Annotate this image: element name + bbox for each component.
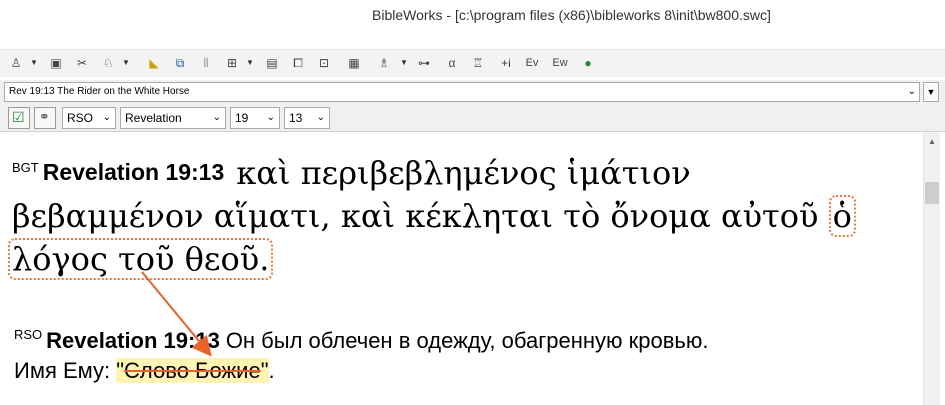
verse-text: . xyxy=(268,358,275,383)
verse-reference[interactable]: Revelation 19:13 xyxy=(46,328,220,353)
passage-select[interactable]: Rev 19:13 The Rider on the White Horse ⌄ xyxy=(4,82,920,102)
main-toolbar: ♙ ▼ ▣ ✂ ♘ ▼ ◣ ⧉ ⦀ ⊞ ▼ ▤ ⧠ ⊡ ▦ ♗ ▼ ⊶ α ♖ … xyxy=(0,49,945,77)
dropdown-icon[interactable]: ▼ xyxy=(122,59,130,67)
vertical-scrollbar[interactable]: ▲ xyxy=(923,132,940,405)
tw-icon[interactable]: Ew xyxy=(550,55,570,71)
marked-phrase: "Слово Божие" xyxy=(116,358,269,383)
chevron-down-icon[interactable]: ⌄ xyxy=(267,108,275,128)
highlight-icon[interactable]: ◣ xyxy=(146,55,162,71)
tools-icon[interactable]: ✂ xyxy=(74,55,90,71)
check-button[interactable]: ☑ xyxy=(8,107,30,129)
window-title: BibleWorks - [c:\program files (x86)\bib… xyxy=(372,7,771,23)
keyboard-icon[interactable]: ▦ xyxy=(346,55,362,71)
link-button[interactable]: ⚭ xyxy=(34,107,56,129)
pane-edge xyxy=(940,132,945,405)
folder-icon[interactable]: ⊡ xyxy=(316,55,332,71)
dropdown-icon[interactable]: ▼ xyxy=(246,59,254,67)
alpha-icon[interactable]: α xyxy=(444,55,460,71)
tv-icon[interactable]: Ev xyxy=(522,55,542,71)
title-bar: BibleWorks - [c:\program files (x86)\bib… xyxy=(0,0,945,30)
chevron-down-icon[interactable]: ⌄ xyxy=(103,108,111,128)
version-select[interactable]: RSO ⌄ xyxy=(62,107,116,129)
dropdown-icon[interactable]: ▼ xyxy=(400,59,408,67)
highlighted-word: ὁ xyxy=(828,195,856,237)
verse-text: βεβαμμένον αἵματι, καὶ κέκληται τὸ ὄνομα… xyxy=(12,197,819,235)
verse-text: καὶ περιβεβλημένος ἱμάτιον xyxy=(236,154,691,192)
verse-text: Он был облечен в одежду, обагренную кров… xyxy=(225,328,709,353)
book-value: Revelation xyxy=(125,111,182,125)
version-value: RSO xyxy=(67,111,94,125)
version-label: RSO xyxy=(14,327,43,342)
document-icon[interactable]: ▤ xyxy=(264,55,280,71)
globe-icon[interactable]: ● xyxy=(580,55,596,71)
passage-value: Rev 19:13 The Rider on the White Horse xyxy=(9,86,190,97)
chapter-value: 19 xyxy=(235,111,249,125)
chevron-down-icon[interactable]: ⌄ xyxy=(317,108,325,128)
person-read-icon[interactable]: ♖ xyxy=(470,55,486,71)
user-icon[interactable]: ♘ xyxy=(100,55,116,71)
window-icon[interactable]: ▣ xyxy=(48,55,64,71)
dropdown-icon[interactable]: ▼ xyxy=(30,59,38,67)
link-icon: ⚭ xyxy=(39,109,50,124)
navigation-row: ☑ ⚭ RSO ⌄ Revelation ⌄ 19 ⌄ 13 ⌄ xyxy=(0,104,945,132)
passage-row: Rev 19:13 The Rider on the White Horse ⌄… xyxy=(0,80,945,104)
verse-select[interactable]: 13 ⌄ xyxy=(284,107,330,129)
tree-icon[interactable]: ⊶ xyxy=(416,55,432,71)
quote-mark: " xyxy=(260,358,269,383)
verse-reference[interactable]: Revelation 19:13 xyxy=(43,159,225,185)
russian-verse: RSO Revelation 19:13 Он был облечен в одеж… xyxy=(14,320,914,386)
highlighted-phrase: λόγος τοῦ θεοῦ. xyxy=(8,238,274,280)
add-icon[interactable]: +i xyxy=(496,55,516,71)
split-window-icon[interactable]: ⧉ xyxy=(172,55,188,71)
copy-icon[interactable]: ⧠ xyxy=(290,55,306,71)
bars-icon[interactable]: ⦀ xyxy=(198,55,214,71)
greek-verse: BGT Revelation 19:13 καὶ περιβεβλημένος ἱμ… xyxy=(8,146,912,281)
grid-icon[interactable]: ⊞ xyxy=(224,55,240,71)
scroll-thumb[interactable] xyxy=(925,182,939,204)
person-icon[interactable]: ♗ xyxy=(376,55,392,71)
verse-text: Имя Ему: xyxy=(14,358,117,383)
chevron-down-icon[interactable]: ⌄ xyxy=(213,108,221,128)
chapter-select[interactable]: 19 ⌄ xyxy=(230,107,280,129)
quote-mark: " xyxy=(116,358,125,383)
check-icon: ☑ xyxy=(12,109,25,125)
struck-phrase: Слово Божие xyxy=(124,358,261,383)
version-label: BGT xyxy=(12,160,39,175)
chevron-down-icon[interactable]: ⌄ xyxy=(908,83,916,101)
search-icon[interactable]: ♙ xyxy=(8,55,24,71)
side-dropdown-button[interactable]: ▼ xyxy=(923,82,939,102)
verse-value: 13 xyxy=(289,111,303,125)
book-select[interactable]: Revelation ⌄ xyxy=(120,107,226,129)
scroll-up-icon[interactable]: ▲ xyxy=(924,134,940,150)
